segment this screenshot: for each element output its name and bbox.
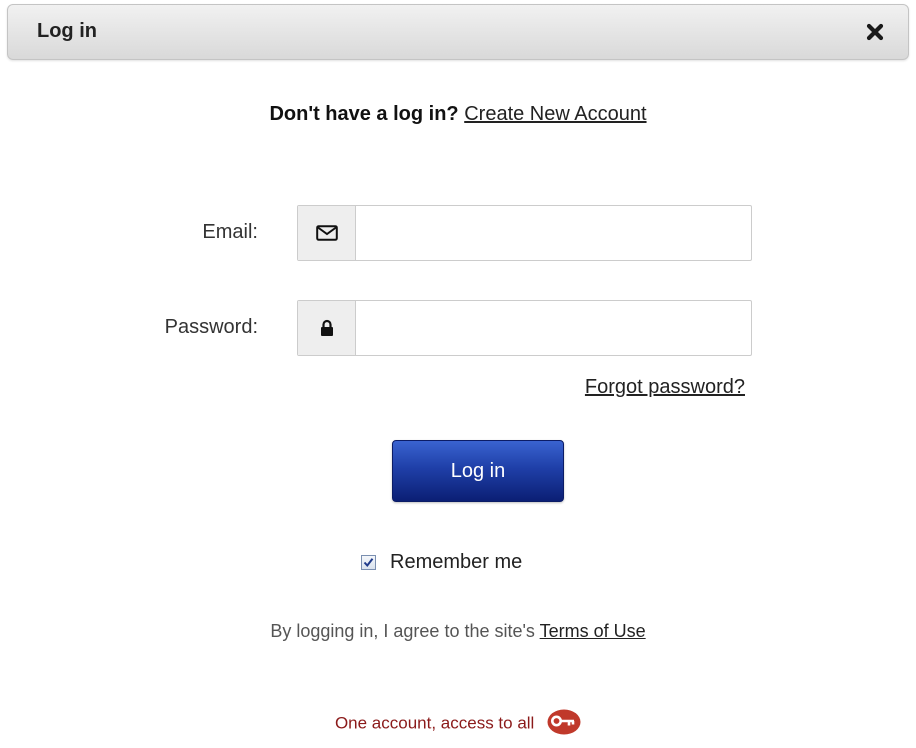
close-icon [866,23,884,41]
login-button[interactable]: Log in [392,440,564,502]
password-input-group [297,300,752,356]
tagline: One account, access to all [0,709,916,735]
create-account-link[interactable]: Create New Account [464,103,646,125]
password-field[interactable] [356,301,751,355]
close-button[interactable] [865,16,891,48]
remember-me-checkbox[interactable] [361,555,376,570]
email-field[interactable] [356,206,751,260]
password-label: Password: [164,316,258,338]
forgot-password-link[interactable]: Forgot password? [585,376,745,399]
dialog-title: Log in [37,20,97,42]
signup-prompt: Don't have a log in? [269,103,459,125]
remember-me-label[interactable]: Remember me [390,551,522,574]
lock-icon [320,319,333,336]
terms-prefix: By logging in, I agree to the site's [270,621,535,641]
email-addon [298,206,356,260]
terms-of-use-link[interactable]: Terms of Use [540,621,646,641]
terms-line: By logging in, I agree to the site's Ter… [0,621,916,642]
login-dialog: Log in Don't have a log in? Create New A… [0,0,916,748]
email-input-group [297,205,752,261]
key-icon [547,709,581,735]
dialog-titlebar: Log in [7,4,909,60]
signup-prompt-line: Don't have a log in? Create New Account [0,103,916,126]
envelope-icon [315,225,338,241]
password-addon [298,301,356,355]
email-label: Email: [202,221,258,243]
checkmark-icon [363,558,374,568]
remember-me: Remember me [361,551,522,574]
tagline-text: One account, access to all [334,713,535,733]
